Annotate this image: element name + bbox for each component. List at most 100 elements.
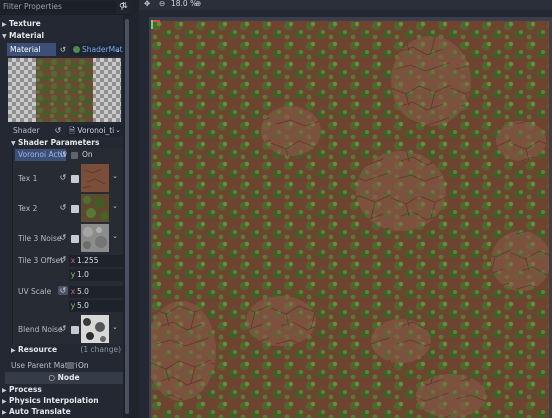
tex1-image <box>81 164 109 192</box>
field-value: 1.255 <box>77 256 99 265</box>
filter-bar: Filter Properties ⚲ ⇅ <box>0 0 131 15</box>
shader-material-icon <box>73 46 80 53</box>
revert-icon[interactable]: ↺ <box>58 150 68 159</box>
use-parent-checkbox[interactable] <box>67 362 74 369</box>
save-icon[interactable] <box>71 175 79 183</box>
node-icon: ○ <box>48 373 56 382</box>
zoom-level[interactable]: 18.0 % <box>171 0 197 8</box>
section-physics-interpolation[interactable]: ▶ Physics Interpolation <box>0 395 123 406</box>
param-voronoi-active: Voronoi Activ ↺ On <box>12 148 123 163</box>
section-label: Material <box>9 31 45 40</box>
chevron-right-icon: ▶ <box>11 347 16 354</box>
chevron-right-icon: ▶ <box>2 409 7 416</box>
canvas-area[interactable] <box>146 17 552 418</box>
section-label: Process <box>9 385 42 394</box>
param-uv-scale: UV Scale ↺ x 5.0 y 5.0 <box>12 283 123 314</box>
section-label: Physics Interpolation <box>9 396 99 405</box>
chevron-down-icon[interactable]: ⌄ <box>112 323 118 331</box>
tex1-thumbnail[interactable] <box>81 164 109 192</box>
section-shader-parameters[interactable]: ▼ Shader Parameters <box>9 137 123 148</box>
param-tex2: Tex 2 ↺ ⌄ <box>12 193 123 223</box>
material-preview-image <box>8 58 121 122</box>
axis-x-label: x <box>70 256 76 265</box>
tile3-offset-y-field[interactable]: y 1.0 <box>69 269 123 281</box>
chevron-down-icon[interactable]: ⌄ <box>115 43 121 56</box>
blend-noise-image <box>81 315 109 343</box>
section-texture[interactable]: ▶ Texture <box>0 18 123 29</box>
param-label: Blend Noise <box>18 325 63 334</box>
revert-icon[interactable]: ↺ <box>58 286 68 295</box>
material-resource-picker[interactable]: ShaderMat ⌄ <box>70 43 123 56</box>
revert-icon[interactable]: ↺ <box>58 324 68 333</box>
param-tex1: Tex 1 ↺ ⌄ <box>12 163 123 193</box>
section-label: Resource <box>18 345 58 354</box>
inspector-scrollbar[interactable] <box>123 15 131 418</box>
tiled-terrain-texture <box>146 21 551 418</box>
chevron-down-icon: ▼ <box>11 140 16 147</box>
uv-scale-y-field[interactable]: y 5.0 <box>69 300 123 312</box>
tex2-thumbnail[interactable] <box>81 194 109 222</box>
param-label: Tile 3 Noise <box>18 234 62 243</box>
revert-icon[interactable]: ↺ <box>58 173 68 182</box>
chevron-right-icon: ▶ <box>2 387 7 394</box>
axis-y-label: y <box>70 270 76 279</box>
save-icon[interactable] <box>71 205 79 213</box>
material-preview <box>8 58 121 122</box>
voronoi-checkbox[interactable] <box>71 152 78 159</box>
checkbox-value: On <box>82 150 93 159</box>
chevron-down-icon[interactable]: ⌄ <box>112 202 118 210</box>
save-icon[interactable] <box>71 326 79 334</box>
node-header-label: Node <box>57 373 80 382</box>
chevron-down-icon[interactable]: ⌄ <box>112 172 118 180</box>
material-property-row: Material ↺ ShaderMat ⌄ <box>5 43 123 56</box>
sort-options-icon[interactable]: ⇅ <box>120 1 129 13</box>
revert-icon[interactable]: ↺ <box>58 255 68 264</box>
canvas-viewport[interactable]: ✥ ⊖ 18.0 % ⊕ <box>139 0 552 418</box>
zoom-out-icon[interactable]: ⊖ <box>159 0 165 8</box>
material-property-label: Material <box>7 43 56 56</box>
section-process[interactable]: ▶ Process <box>0 384 123 395</box>
chevron-right-icon: ▶ <box>2 398 7 405</box>
shader-file-icon: 🗎 <box>69 126 76 135</box>
section-label: Shader Parameters <box>18 138 100 147</box>
change-count: (1 change) <box>80 345 121 354</box>
field-value: 5.0 <box>77 287 89 296</box>
revert-icon[interactable]: ↺ <box>58 233 68 242</box>
ruler-vertical[interactable] <box>139 10 149 418</box>
use-parent-material-row: Use Parent Materi On <box>9 360 123 371</box>
revert-icon[interactable]: ↺ <box>57 43 69 56</box>
param-label: Tex 1 <box>18 174 38 183</box>
panel-splitter[interactable] <box>131 0 139 418</box>
chevron-down-icon[interactable]: ⌄ <box>115 126 121 134</box>
ruler-horizontal[interactable] <box>149 10 552 17</box>
axis-y-label: y <box>70 301 76 310</box>
section-auto-translate[interactable]: ▶ Auto Translate <box>0 406 123 417</box>
viewport-toolbar: ✥ ⊖ 18.0 % ⊕ <box>139 0 552 10</box>
checkbox-value: On <box>78 361 89 370</box>
chevron-down-icon[interactable]: ⌄ <box>112 232 118 240</box>
save-icon[interactable] <box>71 235 79 243</box>
section-material[interactable]: ▼ Material <box>0 30 123 41</box>
chevron-down-icon: ▼ <box>2 33 7 40</box>
section-resource[interactable]: ▶ Resource (1 change) <box>9 344 123 355</box>
tile3-noise-thumbnail[interactable] <box>81 224 109 252</box>
center-view-icon[interactable]: ✥ <box>144 0 150 8</box>
field-value: 1.0 <box>77 270 89 279</box>
tex2-image <box>81 194 109 222</box>
revert-icon[interactable]: ↺ <box>58 203 68 212</box>
terrain-image <box>146 21 551 418</box>
blend-noise-thumbnail[interactable] <box>81 315 109 343</box>
zoom-in-icon[interactable]: ⊕ <box>195 0 201 8</box>
tile3-offset-x-field[interactable]: x 1.255 <box>69 255 123 267</box>
scrollbar-thumb[interactable] <box>125 19 129 414</box>
inspector-panel: Filter Properties ⚲ ⇅ ▶ Texture ▼ Material… <box>0 0 131 418</box>
revert-icon[interactable]: ↺ <box>53 126 63 135</box>
axis-x-label: x <box>70 287 76 296</box>
uv-scale-x-field[interactable]: x 5.0 <box>69 286 123 298</box>
filter-properties-input[interactable]: Filter Properties <box>1 1 116 13</box>
param-label: UV Scale <box>18 287 52 296</box>
field-value: 5.0 <box>77 301 89 310</box>
origin-y-axis <box>151 20 153 29</box>
chevron-right-icon: ▶ <box>2 21 7 28</box>
section-label: Auto Translate <box>9 407 71 416</box>
